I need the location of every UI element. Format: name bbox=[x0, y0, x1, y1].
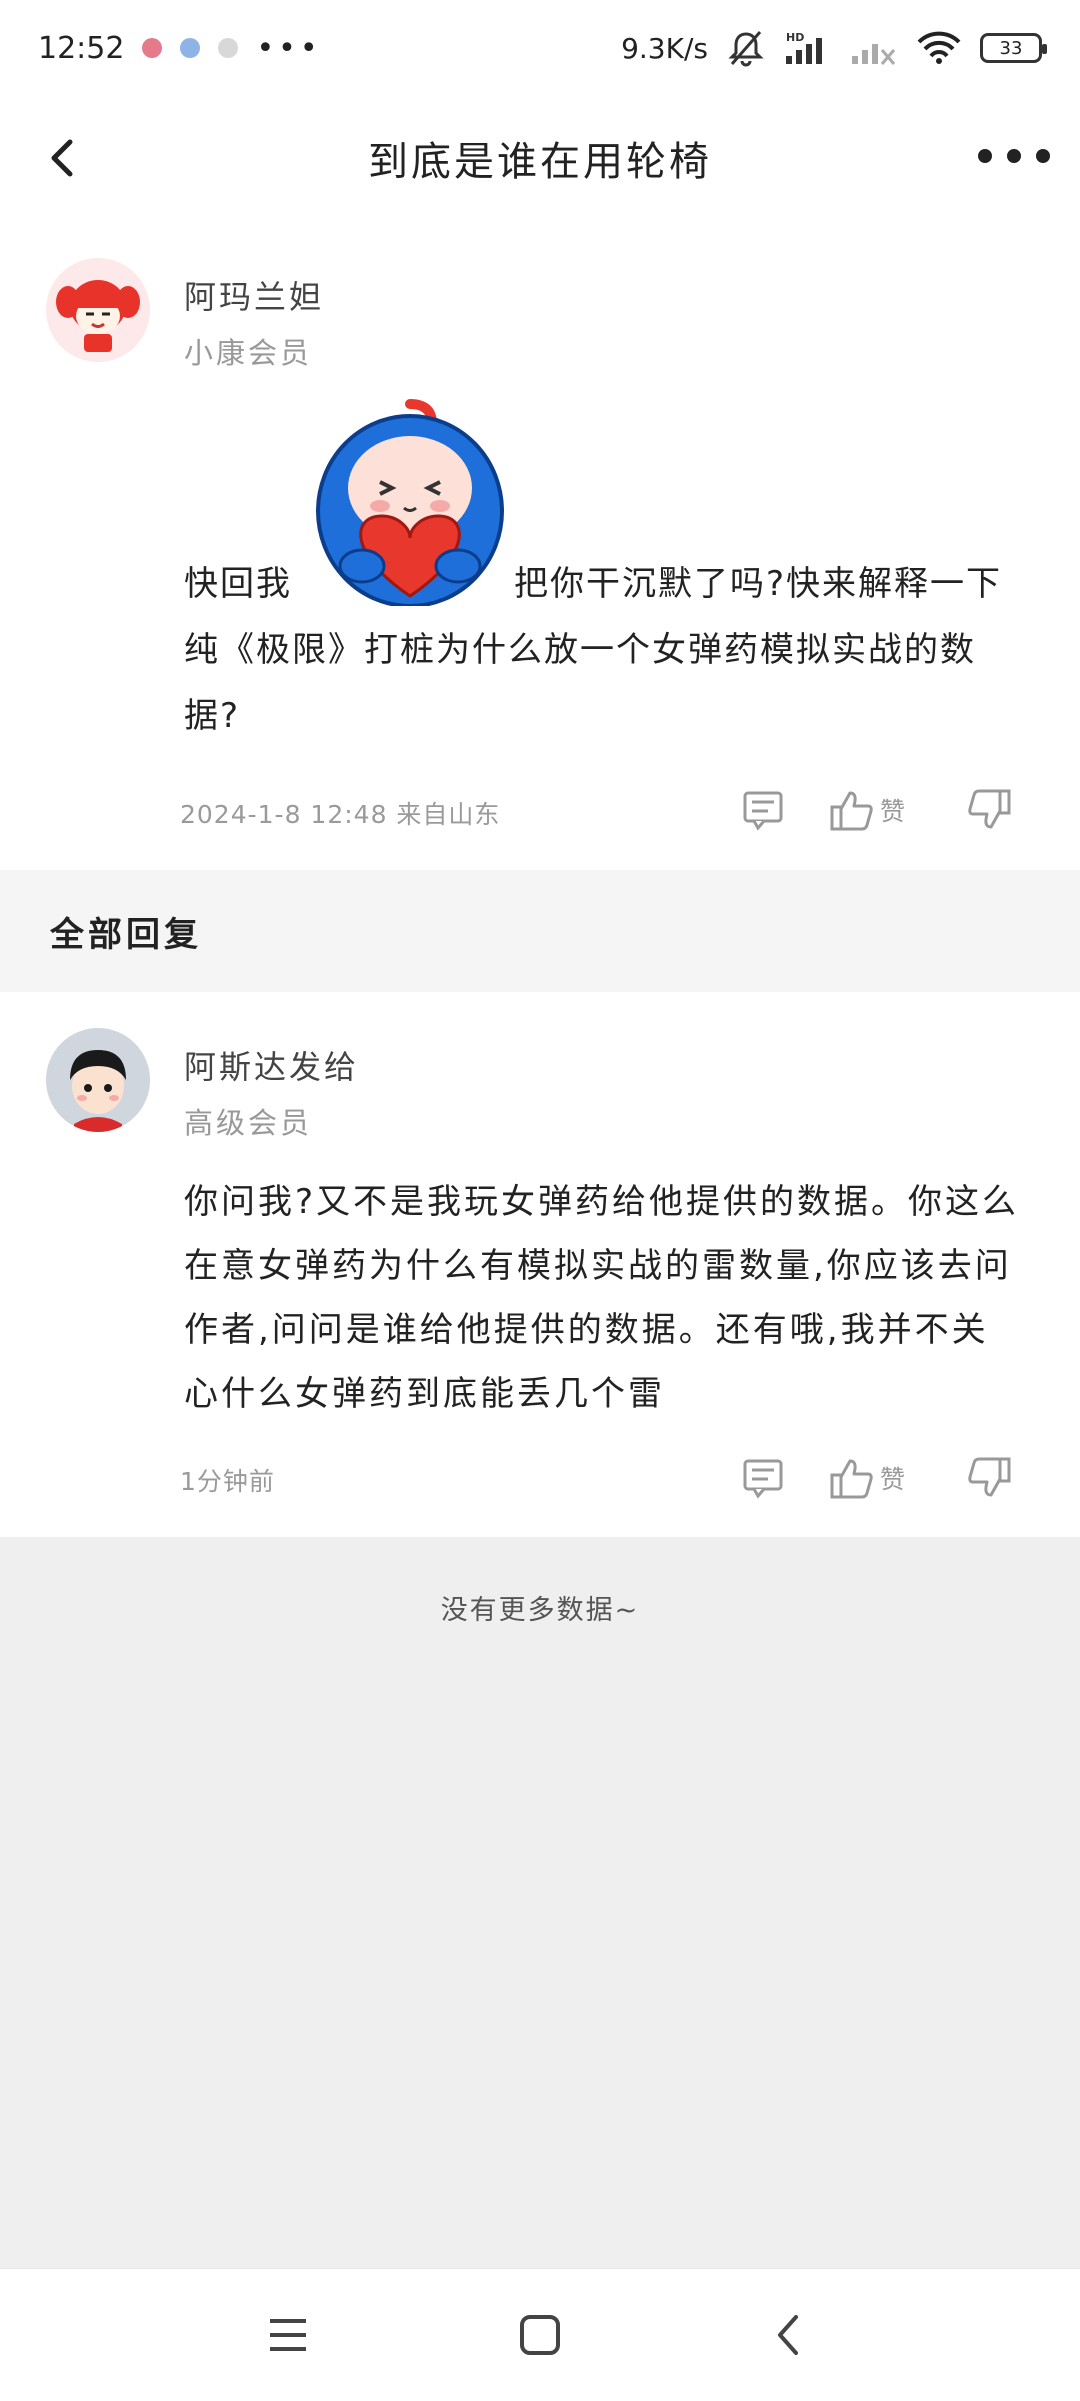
post-meta: 2024-1-8 12:48 来自山东 bbox=[180, 800, 501, 829]
like-icon[interactable] bbox=[828, 1455, 874, 1501]
comment-icon[interactable] bbox=[740, 787, 786, 833]
reply-author-level: 高级会员 bbox=[184, 1106, 313, 1140]
back-icon[interactable] bbox=[764, 2309, 816, 2361]
post-text-body: 把你干沉默了吗?快来解释一下纯《极限》打桩为什么放一个女弹药模拟实战的数据? bbox=[184, 564, 1003, 736]
more-options-icon[interactable] bbox=[978, 136, 1050, 176]
post-actions: 赞 bbox=[740, 786, 1030, 834]
signal-hd-icon: HD bbox=[786, 31, 822, 64]
gallery-notification-icon bbox=[180, 38, 201, 58]
comment-icon[interactable] bbox=[740, 1455, 786, 1501]
girl-avatar-image bbox=[46, 258, 150, 362]
dislike-icon[interactable] bbox=[967, 787, 1013, 833]
section-header: 全部回复 bbox=[0, 870, 1080, 992]
system-nav-bar bbox=[0, 2268, 1080, 2401]
signal-none-icon bbox=[852, 44, 896, 65]
post-author-level: 小康会员 bbox=[184, 336, 313, 370]
like-icon[interactable] bbox=[828, 787, 874, 833]
app-notification-icon bbox=[142, 38, 163, 58]
post-text-intro: 快回我 bbox=[184, 564, 292, 604]
no-more-data-message: 没有更多数据~ bbox=[440, 1595, 640, 1626]
reply-author-name[interactable]: 阿斯达发给 bbox=[184, 1042, 359, 1088]
reply-card: 阿斯达发给 高级会员 你问我?又不是我玩女弹药给他提供的数据。你这么在意女弹药为… bbox=[0, 992, 1080, 1537]
avatar[interactable] bbox=[46, 1028, 150, 1132]
status-bar: 12:52 ••• 9.3K/s HD 33 bbox=[0, 0, 1080, 96]
reply-time: 1分钟前 bbox=[180, 1467, 275, 1496]
post-card: 阿玛兰妲 小康会员 快回我 把你干沉默了吗?快来解释一下纯《极限》打桩为什么放一个… bbox=[0, 220, 1080, 870]
mute-bell-icon bbox=[728, 31, 764, 67]
clock: 12:52 bbox=[38, 30, 125, 66]
wifi-icon bbox=[917, 31, 961, 64]
svg-text:HD: HD bbox=[786, 31, 804, 44]
page-title: 到底是谁在用轮椅 bbox=[368, 139, 712, 185]
reply-actions: 赞 bbox=[740, 1454, 1030, 1502]
dislike-icon[interactable] bbox=[967, 1455, 1013, 1501]
top-bar: 到底是谁在用轮椅 bbox=[0, 96, 1080, 220]
boy-avatar-image bbox=[46, 1028, 150, 1132]
message-notification-icon bbox=[218, 38, 239, 58]
menu-icon[interactable] bbox=[262, 2309, 314, 2361]
post-content: 快回我 把你干沉默了吗?快来解释一下纯《极限》打桩为什么放一个女弹药模拟实战的数据… bbox=[184, 551, 1024, 749]
battery-icon: 33 bbox=[980, 33, 1047, 63]
home-icon[interactable] bbox=[514, 2309, 566, 2361]
post-author-name[interactable]: 阿玛兰妲 bbox=[184, 272, 324, 318]
more-notifications-icon: ••• bbox=[256, 30, 322, 66]
all-replies-title: 全部回复 bbox=[50, 914, 202, 955]
net-speed: 9.3K/s bbox=[621, 31, 708, 65]
like-label[interactable]: 赞 bbox=[880, 1460, 905, 1496]
back-arrow-icon[interactable] bbox=[36, 130, 92, 186]
reply-content: 你问我?又不是我玩女弹药给他提供的数据。你这么在意女弹药为什么有模拟实战的雷数量… bbox=[184, 1182, 1020, 1414]
like-label[interactable]: 赞 bbox=[880, 792, 905, 828]
battery-level: 33 bbox=[999, 37, 1023, 59]
avatar[interactable] bbox=[46, 258, 150, 362]
